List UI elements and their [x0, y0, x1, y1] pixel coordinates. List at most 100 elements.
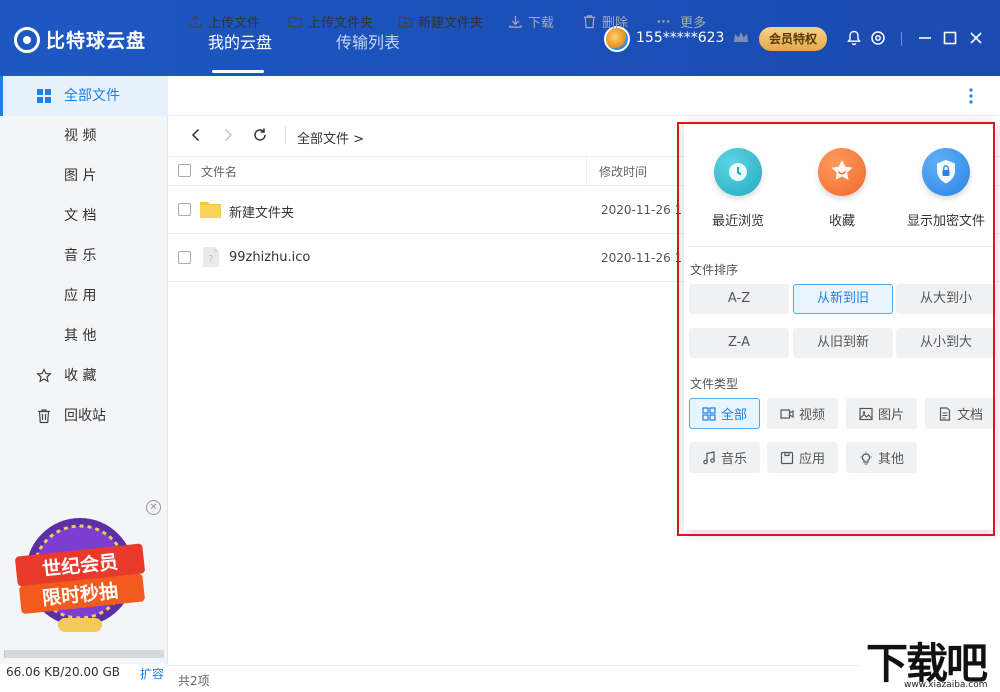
column-header-modified[interactable]: 修改时间: [599, 163, 647, 180]
close-icon[interactable]: [968, 30, 984, 46]
upload-file-button[interactable]: 上传文件: [188, 12, 260, 31]
tab-transfer-list[interactable]: 传输列表: [336, 29, 400, 53]
storage-usage-bar: [4, 650, 164, 658]
clock-icon: [714, 148, 762, 196]
show-encrypted-files-button[interactable]: 显示加密文件: [896, 148, 996, 229]
type-filter-label: 图片: [877, 408, 904, 423]
type-filter-label: 应用: [798, 452, 825, 467]
user-account[interactable]: 155*****623: [636, 30, 724, 46]
forward-arrow-icon[interactable]: [220, 127, 236, 143]
favorites-label: 收藏: [828, 214, 855, 229]
more-label: 更多: [680, 16, 707, 31]
vip-privileges-button[interactable]: 会员特权: [759, 27, 827, 51]
sort-smallest-first-button[interactable]: 从小到大: [896, 328, 996, 358]
add-folder-icon: [398, 16, 413, 28]
sidebar-item-video[interactable]: 视 频: [0, 116, 168, 156]
column-header-name[interactable]: 文件名: [201, 163, 237, 180]
download-icon: [509, 15, 522, 28]
select-all-checkbox[interactable]: [178, 164, 191, 177]
column-divider: [586, 156, 587, 186]
sidebar-item-label: 音 乐: [64, 248, 97, 264]
favorites-button[interactable]: 收藏: [792, 148, 892, 229]
app-package-icon: [780, 451, 794, 464]
bell-icon[interactable]: [846, 30, 862, 46]
unknown-file-icon: ?: [203, 247, 219, 267]
crown-icon: [734, 32, 748, 42]
app-logo: 比特球云盘: [14, 26, 146, 53]
delete-label: 删除: [602, 16, 629, 31]
type-filter-apps[interactable]: 应用: [767, 442, 838, 473]
type-filter-other[interactable]: 其他: [846, 442, 917, 473]
maximize-icon[interactable]: [942, 30, 958, 46]
trash-icon: [583, 15, 596, 29]
sort-newest-first-button[interactable]: 从新到旧: [793, 284, 893, 314]
sidebar-item-label: 收 藏: [64, 368, 97, 384]
sidebar-item-label: 回收站: [64, 408, 106, 424]
type-filter-all[interactable]: 全部: [689, 398, 760, 429]
video-icon: [780, 408, 794, 419]
upload-folder-button[interactable]: 上传文件夹: [288, 12, 373, 31]
breadcrumb[interactable]: 全部文件 >: [297, 128, 364, 147]
file-toolbar: [169, 76, 1000, 116]
minimize-icon[interactable]: [917, 30, 933, 46]
tab-my-cloud[interactable]: 我的云盘: [208, 29, 272, 53]
lightbulb-icon: [860, 451, 872, 465]
more-button[interactable]: 更多: [656, 12, 706, 31]
sidebar-item-all-files[interactable]: 全部文件: [0, 76, 168, 116]
sort-largest-first-button[interactable]: 从大到小: [896, 284, 996, 314]
sidebar-item-apps[interactable]: 应 用: [0, 276, 168, 316]
sidebar-item-recycle-bin[interactable]: 回收站: [0, 396, 168, 436]
settings-gear-icon[interactable]: [870, 30, 886, 46]
promo-banner[interactable]: 世纪会员 限时秒抽: [10, 510, 150, 640]
type-filter-documents[interactable]: 文档: [925, 398, 996, 429]
grid-icon: [702, 406, 716, 421]
sort-a-z-button[interactable]: A-Z: [689, 284, 789, 314]
sidebar-item-music[interactable]: 音 乐: [0, 236, 168, 276]
sidebar-item-images[interactable]: 图 片: [0, 156, 168, 196]
download-button[interactable]: 下载: [508, 12, 554, 31]
logo-text: 比特球云盘: [46, 30, 147, 52]
path-separator: [285, 126, 286, 144]
new-folder-label: 新建文件夹: [418, 16, 484, 31]
image-icon: [859, 407, 873, 420]
sort-z-a-button[interactable]: Z-A: [689, 328, 789, 358]
star-icon: [818, 148, 866, 196]
sort-oldest-first-button[interactable]: 从旧到新: [793, 328, 893, 358]
back-arrow-icon[interactable]: [188, 127, 204, 143]
type-filter-label: 其他: [877, 452, 904, 467]
folder-icon: [200, 202, 221, 218]
sidebar-item-label: 文 档: [64, 208, 97, 224]
show-encrypted-files-label: 显示加密文件: [906, 214, 985, 229]
trash-icon: [38, 409, 50, 424]
new-folder-button[interactable]: 新建文件夹: [398, 12, 483, 31]
type-filter-label: 视频: [798, 408, 825, 423]
window-controls-separator: [901, 32, 902, 46]
storage-usage-text: 66.06 KB/20.00 GB: [6, 665, 121, 679]
type-filter-images[interactable]: 图片: [846, 398, 917, 429]
document-icon: [939, 406, 951, 421]
file-name[interactable]: 99zhizhu.ico: [229, 250, 310, 265]
sidebar-item-favorites[interactable]: 收 藏: [0, 356, 168, 396]
delete-button[interactable]: 删除: [582, 12, 628, 31]
row-checkbox[interactable]: [178, 251, 191, 264]
row-checkbox[interactable]: [178, 203, 191, 216]
expand-storage-link[interactable]: 扩容: [140, 665, 164, 682]
music-icon: [703, 450, 715, 464]
svg-text:?: ?: [208, 254, 213, 265]
star-icon: [36, 368, 52, 383]
item-count: 共2项: [178, 674, 210, 688]
recent-browse-label: 最近浏览: [711, 214, 764, 229]
refresh-icon[interactable]: [252, 127, 268, 143]
type-filter-music[interactable]: 音乐: [689, 442, 760, 473]
vertical-more-icon[interactable]: [963, 86, 979, 106]
sidebar-item-documents[interactable]: 文 档: [0, 196, 168, 236]
sidebar-item-other[interactable]: 其 他: [0, 316, 168, 356]
type-filter-video[interactable]: 视频: [767, 398, 838, 429]
shield-icon: [922, 148, 970, 196]
file-name[interactable]: 新建文件夹: [229, 202, 294, 221]
recent-browse-button[interactable]: 最近浏览: [688, 148, 788, 229]
upload-file-label: 上传文件: [208, 16, 261, 31]
popup-divider: [688, 246, 994, 247]
grid-icon: [37, 89, 51, 103]
app-header: 比特球云盘 我的云盘 传输列表 155*****623 会员特权: [0, 0, 1000, 76]
